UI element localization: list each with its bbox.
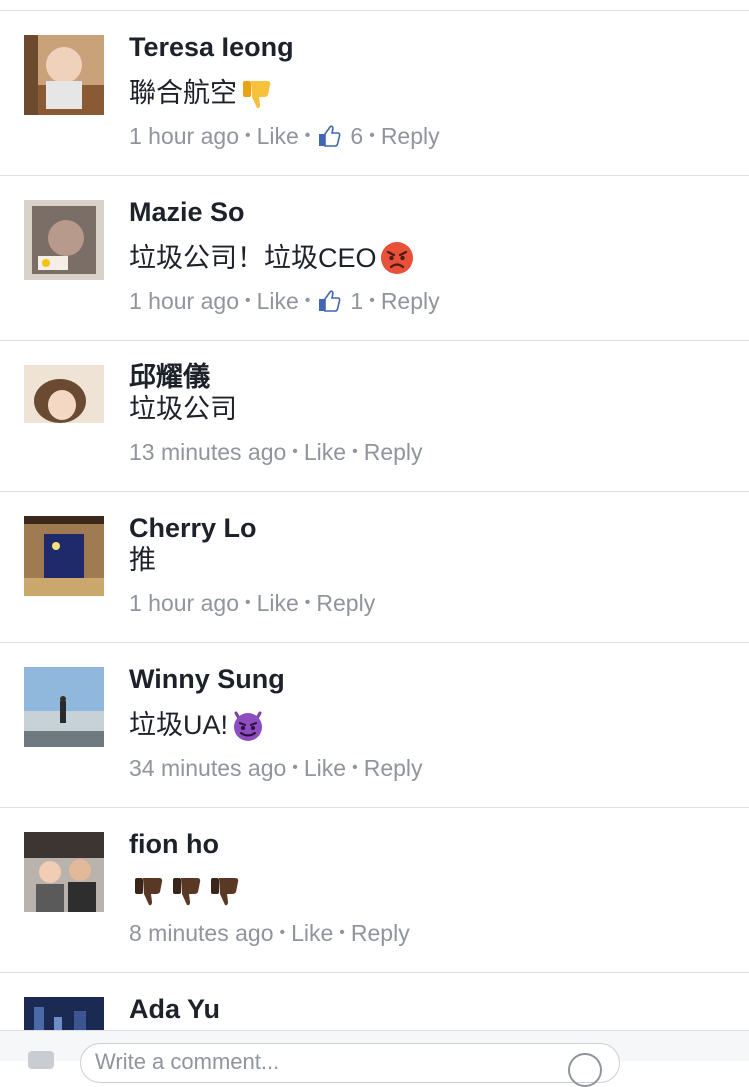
commenter-name[interactable]: Teresa Ieong: [129, 32, 294, 62]
reply-link[interactable]: Reply: [364, 754, 423, 782]
sticker-icon[interactable]: [568, 1053, 602, 1087]
comment-text: 垃圾公司: [129, 393, 237, 425]
like-link[interactable]: Like: [257, 122, 299, 150]
separator-dot: •: [304, 292, 311, 309]
commenter-name[interactable]: fion ho: [129, 829, 219, 859]
comment-time[interactable]: 1 hour ago: [129, 287, 239, 315]
commenter-name[interactable]: Cherry Lo: [129, 513, 257, 543]
separator-dot: •: [304, 594, 311, 611]
separator-dot: •: [292, 759, 298, 776]
like-link[interactable]: Like: [257, 287, 299, 315]
avatar[interactable]: [24, 516, 104, 596]
separator-dot: •: [369, 292, 375, 309]
separator-dot: •: [304, 127, 311, 144]
like-count[interactable]: 6: [350, 122, 363, 150]
commenter-name[interactable]: Winny Sung: [129, 664, 285, 694]
comment-item: Cherry Lo 推 1 hour ago • Like • Reply: [0, 492, 749, 643]
comment-composer: Write a comment...: [0, 1030, 749, 1087]
camera-icon[interactable]: [28, 1051, 54, 1069]
comment-meta: 8 minutes ago • Like • Reply: [129, 919, 410, 947]
comment-input[interactable]: Write a comment...: [80, 1043, 620, 1083]
comment-time[interactable]: 34 minutes ago: [129, 754, 286, 782]
separator-dot: •: [339, 924, 345, 941]
separator-dot: •: [352, 759, 358, 776]
comment-time[interactable]: 8 minutes ago: [129, 919, 273, 947]
avatar[interactable]: [24, 667, 104, 747]
comment-text-content: 聯合航空: [129, 78, 237, 108]
like-link[interactable]: Like: [291, 919, 333, 947]
comment-item: Teresa Ieong 聯合航空 1 hour ago • Like • 6 …: [0, 11, 749, 176]
commenter-name[interactable]: Mazie So: [129, 197, 245, 227]
separator-dot: •: [292, 443, 298, 460]
comment-item: 邱耀儀 垃圾公司 13 minutes ago • Like • Reply: [0, 341, 749, 492]
comment-time[interactable]: 1 hour ago: [129, 122, 239, 150]
avatar[interactable]: [24, 35, 104, 115]
comment-item: Ada Yu: [0, 973, 749, 1030]
devil-face-icon: [234, 711, 263, 741]
thumbs-down-dark-icon: [211, 878, 239, 906]
avatar[interactable]: [24, 997, 104, 1030]
avatar[interactable]: [24, 365, 104, 445]
like-link[interactable]: Like: [257, 589, 299, 617]
like-link[interactable]: Like: [304, 754, 346, 782]
comment-text: 垃圾UA!: [129, 707, 266, 743]
like-count-icon: [319, 290, 341, 312]
thumbs-down-dark-icon: [173, 878, 201, 906]
like-count-icon: [319, 125, 341, 147]
comment-meta: 13 minutes ago • Like • Reply: [129, 438, 423, 466]
commenter-name[interactable]: 邱耀儀: [129, 362, 210, 392]
separator-dot: •: [352, 443, 358, 460]
separator-dot: •: [244, 127, 251, 144]
reply-link[interactable]: Reply: [364, 438, 423, 466]
comment-time[interactable]: 1 hour ago: [129, 589, 239, 617]
comment-meta: 34 minutes ago • Like • Reply: [129, 754, 423, 782]
comment-item: Mazie So 垃圾公司！垃圾CEO 1 hour ago • Like • …: [0, 176, 749, 341]
separator-dot: •: [244, 594, 251, 611]
comment-text: 聯合航空: [129, 75, 275, 111]
comment-meta: 1 hour ago • Like • Reply: [129, 589, 375, 617]
avatar[interactable]: [24, 200, 104, 280]
comment-item: Winny Sung 垃圾UA! 34 minutes ago • Like •…: [0, 643, 749, 808]
comment-text-content: 垃圾公司！垃圾CEO: [129, 243, 377, 273]
comment-text-content: 垃圾公司: [129, 394, 237, 424]
commenter-name[interactable]: Ada Yu: [129, 994, 220, 1024]
comment-item: fion ho 8 minutes ago • Like • Reply: [0, 808, 749, 973]
thumbs-down-dark-icon: [135, 878, 163, 906]
comment-text: [129, 872, 243, 908]
comment-meta: 1 hour ago • Like • 6 • Reply: [129, 122, 440, 150]
comment-text: 垃圾公司！垃圾CEO: [129, 240, 415, 276]
like-link[interactable]: Like: [304, 438, 346, 466]
separator-dot: •: [369, 127, 375, 144]
reply-link[interactable]: Reply: [351, 919, 410, 947]
avatar[interactable]: [24, 832, 104, 912]
like-count[interactable]: 1: [350, 287, 363, 315]
comment-text-content: 推: [129, 545, 156, 575]
comment-time[interactable]: 13 minutes ago: [129, 438, 286, 466]
separator-dot: •: [279, 924, 286, 941]
reply-link[interactable]: Reply: [381, 287, 440, 315]
comment-text: 推: [129, 544, 156, 576]
comment-text-content: 垃圾UA!: [129, 710, 229, 740]
comment-meta: 1 hour ago • Like • 1 • Reply: [129, 287, 440, 315]
separator-dot: •: [244, 292, 251, 309]
reply-link[interactable]: Reply: [316, 589, 375, 617]
thumbs-down-icon: [243, 81, 271, 109]
reply-link[interactable]: Reply: [381, 122, 440, 150]
angry-face-icon: [380, 242, 413, 274]
